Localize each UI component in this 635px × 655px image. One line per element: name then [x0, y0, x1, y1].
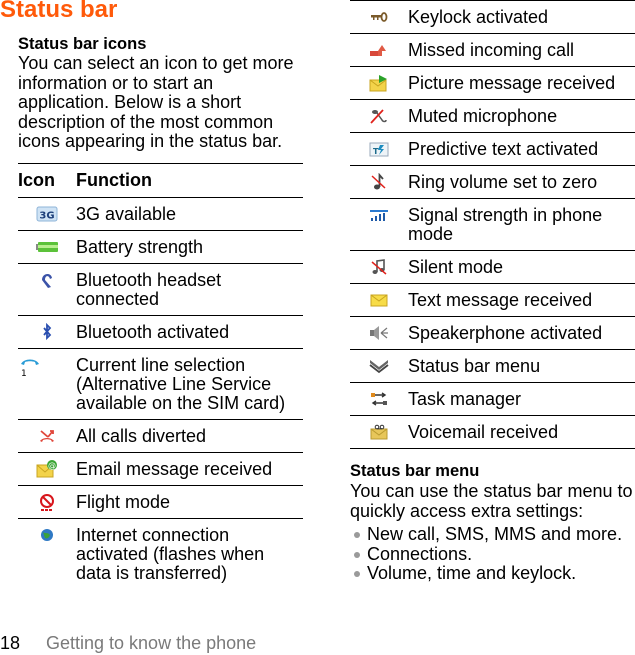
- row-function: Flight mode: [76, 485, 303, 519]
- menu-heading: Status bar menu: [350, 462, 480, 480]
- row-function: Voicemail received: [408, 415, 635, 449]
- intro-text: You can select an icon to get more infor…: [18, 53, 294, 151]
- icons-table-left: Icon Function 3G 3G available Battery st…: [18, 163, 303, 589]
- row-function: Current line selection (Alternative Line…: [76, 348, 303, 420]
- row-function: Status bar menu: [408, 349, 635, 383]
- row-function: Muted microphone: [408, 99, 635, 133]
- status-bar-menu-icon: [367, 357, 391, 375]
- footer-section-title: Getting to know the phone: [46, 633, 257, 653]
- table-row: Status bar menu: [350, 349, 635, 383]
- voicemail-icon: [367, 423, 391, 441]
- task-manager-icon: [367, 390, 391, 408]
- table-row: Ring volume set to zero: [350, 165, 635, 199]
- menu-text: You can use the status bar menu to quick…: [350, 481, 633, 521]
- table-row: Internet connection activated (flashes w…: [18, 519, 303, 590]
- table-row: Signal strength in phone mode: [350, 198, 635, 251]
- signal-strength-icon: [367, 206, 391, 224]
- list-item: New call, SMS, MMS and more.: [350, 524, 635, 545]
- header-icon: Icon: [18, 163, 76, 198]
- menu-bullet-list: New call, SMS, MMS and more. Connections…: [350, 524, 635, 584]
- picture-message-icon: [367, 74, 391, 92]
- table-row: Speakerphone activated: [350, 316, 635, 350]
- table-row: Bluetooth activated: [18, 315, 303, 349]
- table-row: Keylock activated: [350, 0, 635, 34]
- row-function: Predictive text activated: [408, 132, 635, 166]
- email-icon: @: [35, 460, 59, 478]
- table-row: Battery strength: [18, 230, 303, 264]
- ring-volume-zero-icon: [367, 172, 391, 191]
- table-row: 1 Current line selection (Alternative Li…: [18, 348, 303, 420]
- line-selection-icon: 1: [18, 356, 42, 379]
- status-bar-menu-section: Status bar menu You can use the status b…: [350, 461, 635, 584]
- row-function: Battery strength: [76, 230, 303, 264]
- table-row: Text message received: [350, 283, 635, 317]
- speakerphone-icon: [367, 324, 391, 342]
- intro-heading: Status bar icons: [18, 35, 147, 53]
- svg-text:1: 1: [21, 369, 27, 378]
- battery-icon: [35, 238, 59, 256]
- 3g-icon: 3G: [35, 205, 59, 223]
- header-function: Function: [76, 163, 303, 198]
- page-footer: 18 Getting to know the phone: [0, 633, 256, 654]
- row-function: Signal strength in phone mode: [408, 198, 635, 251]
- row-function: Bluetooth activated: [76, 315, 303, 349]
- row-function: Internet connection activated (flashes w…: [76, 525, 265, 583]
- row-function: Picture message received: [408, 66, 635, 100]
- table-row: Flight mode: [18, 485, 303, 519]
- silent-mode-icon: [367, 258, 391, 276]
- row-function: Bluetooth headset connected: [76, 263, 303, 316]
- missed-call-icon: [367, 41, 391, 59]
- list-item: Volume, time and keylock.: [350, 563, 635, 584]
- muted-microphone-icon: [367, 107, 391, 125]
- page-number: 18: [0, 633, 21, 653]
- table-row: Voicemail received: [350, 415, 635, 449]
- table-row: Silent mode: [350, 250, 635, 284]
- page-title: Status bar: [0, 0, 118, 23]
- table-header-row: Icon Function: [18, 163, 303, 198]
- svg-text:3G: 3G: [39, 211, 54, 222]
- table-row: Task manager: [350, 382, 635, 416]
- row-function: Task manager: [408, 382, 635, 416]
- row-function: Speakerphone activated: [408, 316, 635, 350]
- row-function: 3G available: [76, 197, 303, 231]
- row-function: Missed incoming call: [408, 33, 635, 67]
- bluetooth-icon: [35, 323, 59, 341]
- table-row: Missed incoming call: [350, 33, 635, 67]
- table-row: All calls diverted: [18, 419, 303, 453]
- row-function: Text message received: [408, 283, 635, 317]
- icons-table-right: Keylock activated Missed incoming call P…: [350, 0, 635, 449]
- calls-diverted-icon: [35, 427, 59, 445]
- table-row: Muted microphone: [350, 99, 635, 133]
- flight-mode-icon: [35, 493, 59, 512]
- row-function: Ring volume set to zero: [408, 165, 635, 199]
- intro-section: Status bar icons You can select an icon …: [18, 34, 303, 152]
- row-function: Keylock activated: [408, 0, 635, 34]
- table-row: Bluetooth headset connected: [18, 263, 303, 316]
- table-row: Picture message received: [350, 66, 635, 100]
- table-row: T Predictive text activated: [350, 132, 635, 166]
- row-function: Email message received: [76, 452, 303, 486]
- svg-text:T: T: [373, 147, 379, 156]
- predictive-text-icon: T: [367, 140, 391, 158]
- svg-text:@: @: [48, 461, 56, 470]
- row-function: Silent mode: [408, 250, 635, 284]
- row-function: All calls diverted: [76, 419, 303, 453]
- table-row: @ Email message received: [18, 452, 303, 486]
- list-item: Connections.: [350, 544, 635, 565]
- keylock-icon: [367, 8, 391, 26]
- table-row: 3G 3G available: [18, 197, 303, 231]
- internet-icon: [35, 526, 59, 544]
- bluetooth-headset-icon: [35, 271, 59, 289]
- text-message-icon: [367, 291, 391, 309]
